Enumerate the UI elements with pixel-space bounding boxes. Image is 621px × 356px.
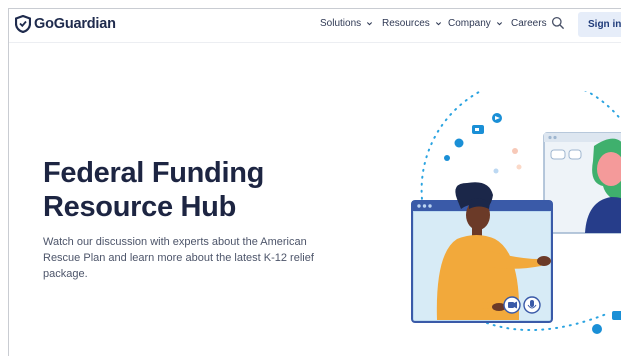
nav-careers[interactable]: Careers: [511, 18, 547, 29]
hero-description: Watch our discussion with experts about …: [43, 236, 314, 280]
nav-solutions[interactable]: Solutions: [320, 18, 373, 29]
title-line-2: Resource Hub: [43, 191, 236, 223]
nav-label: Solutions: [320, 18, 362, 29]
signin-button[interactable]: Sign in: [578, 12, 621, 37]
main-nav: Solutions Resources Company Careers Sign…: [9, 9, 621, 43]
title-line-1: Federal Funding: [43, 157, 265, 189]
nav-label: Careers: [511, 18, 547, 29]
nav-label: Company: [448, 18, 491, 29]
nav-label: Resources: [382, 18, 430, 29]
video-call-illustration: [411, 91, 621, 334]
nav-company[interactable]: Company: [448, 18, 503, 29]
chevron-down-icon: [496, 22, 502, 26]
site-header: GoGuardian Solutions Resources Company C…: [9, 9, 621, 43]
search-icon[interactable]: [551, 16, 565, 30]
chevron-down-icon: [435, 22, 441, 26]
page-title: Federal Funding Resource Hub: [43, 156, 303, 224]
browser-frame: GoGuardian Solutions Resources Company C…: [8, 8, 621, 356]
nav-resources[interactable]: Resources: [382, 18, 442, 29]
chevron-down-icon: [367, 22, 373, 26]
